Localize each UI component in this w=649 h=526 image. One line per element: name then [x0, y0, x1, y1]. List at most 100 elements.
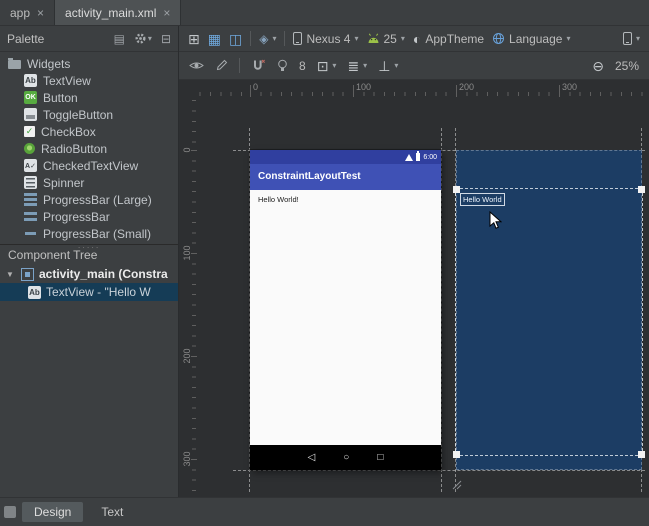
android-icon	[367, 33, 380, 44]
editor-tab-bar: app × activity_main.xml ×	[0, 0, 649, 26]
tab-label: activity_main.xml	[65, 5, 157, 20]
theme-name: AppTheme	[425, 31, 485, 46]
default-margin-value[interactable]: 8	[299, 59, 306, 73]
nav-recents-icon: □	[377, 451, 384, 463]
globe-icon	[492, 32, 505, 45]
selection-handle[interactable]	[453, 186, 460, 193]
close-icon[interactable]: ×	[37, 7, 44, 19]
palette-item-spinner[interactable]: Spinner	[0, 174, 178, 191]
palette-item-togglebutton[interactable]: ToggleButton	[0, 106, 178, 123]
toolbar-divider	[239, 58, 240, 73]
close-icon[interactable]: ×	[163, 7, 170, 19]
design-toolbar: ⊞ ▦ ◫ ◈ ▾ Nexus 4 ▾ 25 ▾ ◐ AppTheme Lang…	[179, 26, 649, 52]
palette-item-checkedtextview[interactable]: A✓ CheckedTextView	[0, 157, 178, 174]
rotate-device-button[interactable]: ▾	[622, 32, 640, 45]
orientation-icon: ◈	[259, 31, 269, 46]
design-surface[interactable]: 6:00 ConstraintLayoutTest Hello World! ◁…	[250, 150, 441, 470]
mouse-cursor	[489, 211, 502, 230]
hide-panel-icon[interactable]: ⊟	[161, 32, 171, 46]
expand-arrow-icon[interactable]: ▼	[6, 270, 16, 279]
hello-world-textview[interactable]: Hello World!	[258, 195, 299, 204]
palette-item-radiobutton[interactable]: RadioButton	[0, 140, 178, 157]
checkbox-icon: ✓	[24, 126, 35, 137]
tab-label: app	[10, 5, 31, 20]
autoconnect-off-magnet-icon[interactable]	[251, 59, 266, 72]
palette-header: Palette ▤ ▾ ⊟	[0, 26, 178, 52]
palette-title: Palette	[7, 31, 45, 46]
palette-item-textview[interactable]: Ab TextView	[0, 72, 178, 89]
progressbar-small-icon	[24, 227, 37, 240]
chevron-down-icon: ▾	[272, 34, 277, 43]
chevron-down-icon: ▾	[147, 34, 152, 43]
radiobutton-icon	[24, 143, 35, 154]
show-options-eye-icon[interactable]	[189, 60, 204, 71]
selection-handle[interactable]	[638, 186, 645, 193]
palette-view-mode-icon[interactable]: ▤	[114, 32, 125, 46]
constraint-toolbar: 8 ⊡ ▾ ≣ ▾ ⊥ ▾ ⊖ 25%	[179, 52, 649, 80]
device-status-bar: 6:00	[250, 150, 441, 164]
blueprint-mode-icon[interactable]: ▦	[208, 32, 221, 46]
margins-icon: ⊡	[316, 57, 329, 74]
guidelines-dropdown-button[interactable]: ⊥ ▾	[378, 59, 398, 73]
chevron-down-icon: ▾	[400, 34, 405, 43]
root-layout-selection[interactable]	[453, 186, 645, 458]
brush-icon[interactable]	[215, 59, 228, 72]
tab-app[interactable]: app ×	[0, 0, 56, 25]
infer-constraints-bulb-icon[interactable]	[277, 59, 288, 72]
selection-handle[interactable]	[638, 451, 645, 458]
battery-icon	[416, 151, 421, 161]
textview-icon: Ab	[24, 74, 37, 87]
tab-design[interactable]: Design	[22, 502, 84, 522]
align-dropdown-button[interactable]: ≣ ▾	[347, 59, 367, 73]
phone-icon	[622, 32, 632, 45]
tree-row-activity-main[interactable]: ▼ activity_main (Constra	[0, 265, 178, 283]
tab-text[interactable]: Text	[89, 502, 135, 522]
guidelines-icon: ⊥	[378, 57, 391, 74]
design-canvas[interactable]: 0 100 200 300 0 100 200 300 6:00 Constra…	[179, 80, 649, 497]
margins-dropdown-button[interactable]: ⊡ ▾	[317, 59, 337, 73]
constraintlayout-icon	[21, 267, 34, 281]
both-modes-icon[interactable]: ◫	[229, 32, 242, 46]
resize-grip-icon[interactable]	[450, 478, 462, 490]
nav-home-icon: ○	[343, 451, 350, 463]
chevron-down-icon: ▾	[332, 61, 337, 70]
splitter-handle-icon[interactable]: ∙∙∙∙∙	[78, 242, 101, 252]
palette-group-widgets[interactable]: Widgets	[0, 55, 178, 72]
device-screen-body[interactable]: Hello World!	[250, 190, 441, 445]
align-icon: ≣	[347, 57, 360, 74]
vertical-ruler: 0 100 200 300	[179, 97, 197, 497]
app-bar-title: ConstraintLayoutTest	[250, 164, 441, 190]
tab-activity-main-xml[interactable]: activity_main.xml ×	[55, 0, 182, 25]
palette-item-checkbox[interactable]: ✓ CheckBox	[0, 123, 178, 140]
progressbar-large-icon	[24, 193, 37, 206]
chevron-down-icon: ▾	[363, 61, 368, 70]
chevron-down-icon: ▾	[394, 61, 399, 70]
design-mode-icon[interactable]: ⊞	[188, 32, 200, 46]
device-selector-button[interactable]: Nexus 4 ▾	[293, 32, 359, 46]
tree-row-textview[interactable]: Ab TextView - "Hello W	[0, 283, 178, 301]
toolwindow-anchor-button[interactable]	[4, 506, 16, 518]
blueprint-hello-world-textview[interactable]: Hello World	[460, 193, 505, 206]
api-level-button[interactable]: 25 ▾	[367, 32, 405, 46]
palette-item-progressbar[interactable]: ProgressBar	[0, 208, 178, 225]
language-selector-button[interactable]: Language ▾	[492, 32, 570, 46]
selection-handle[interactable]	[453, 451, 460, 458]
palette-list: Widgets Ab TextView OK Button ToggleButt…	[0, 52, 178, 244]
folder-icon	[8, 58, 21, 69]
chevron-down-icon: ▾	[635, 34, 640, 43]
orientation-button[interactable]: ◈ ▾	[259, 33, 276, 45]
theme-selector-button[interactable]: ◐ AppTheme	[413, 32, 484, 46]
palette-item-button[interactable]: OK Button	[0, 89, 178, 106]
progressbar-icon	[24, 210, 37, 223]
palette-item-progressbar-small[interactable]: ProgressBar (Small)	[0, 225, 178, 242]
palette-item-progressbar-large[interactable]: ProgressBar (Large)	[0, 191, 178, 208]
status-time: 6:00	[423, 153, 437, 161]
textview-icon: Ab	[28, 285, 41, 299]
editor-mode-bar: Design Text	[0, 497, 649, 526]
toolbar-divider	[284, 31, 286, 46]
zoom-out-icon[interactable]: ⊖	[592, 59, 604, 73]
api-level: 25	[383, 31, 397, 46]
component-tree-header: ∙∙∙∙∙ Component Tree	[0, 242, 178, 265]
gear-icon[interactable]: ▾	[134, 32, 152, 45]
nav-back-icon: ◁	[307, 451, 316, 463]
